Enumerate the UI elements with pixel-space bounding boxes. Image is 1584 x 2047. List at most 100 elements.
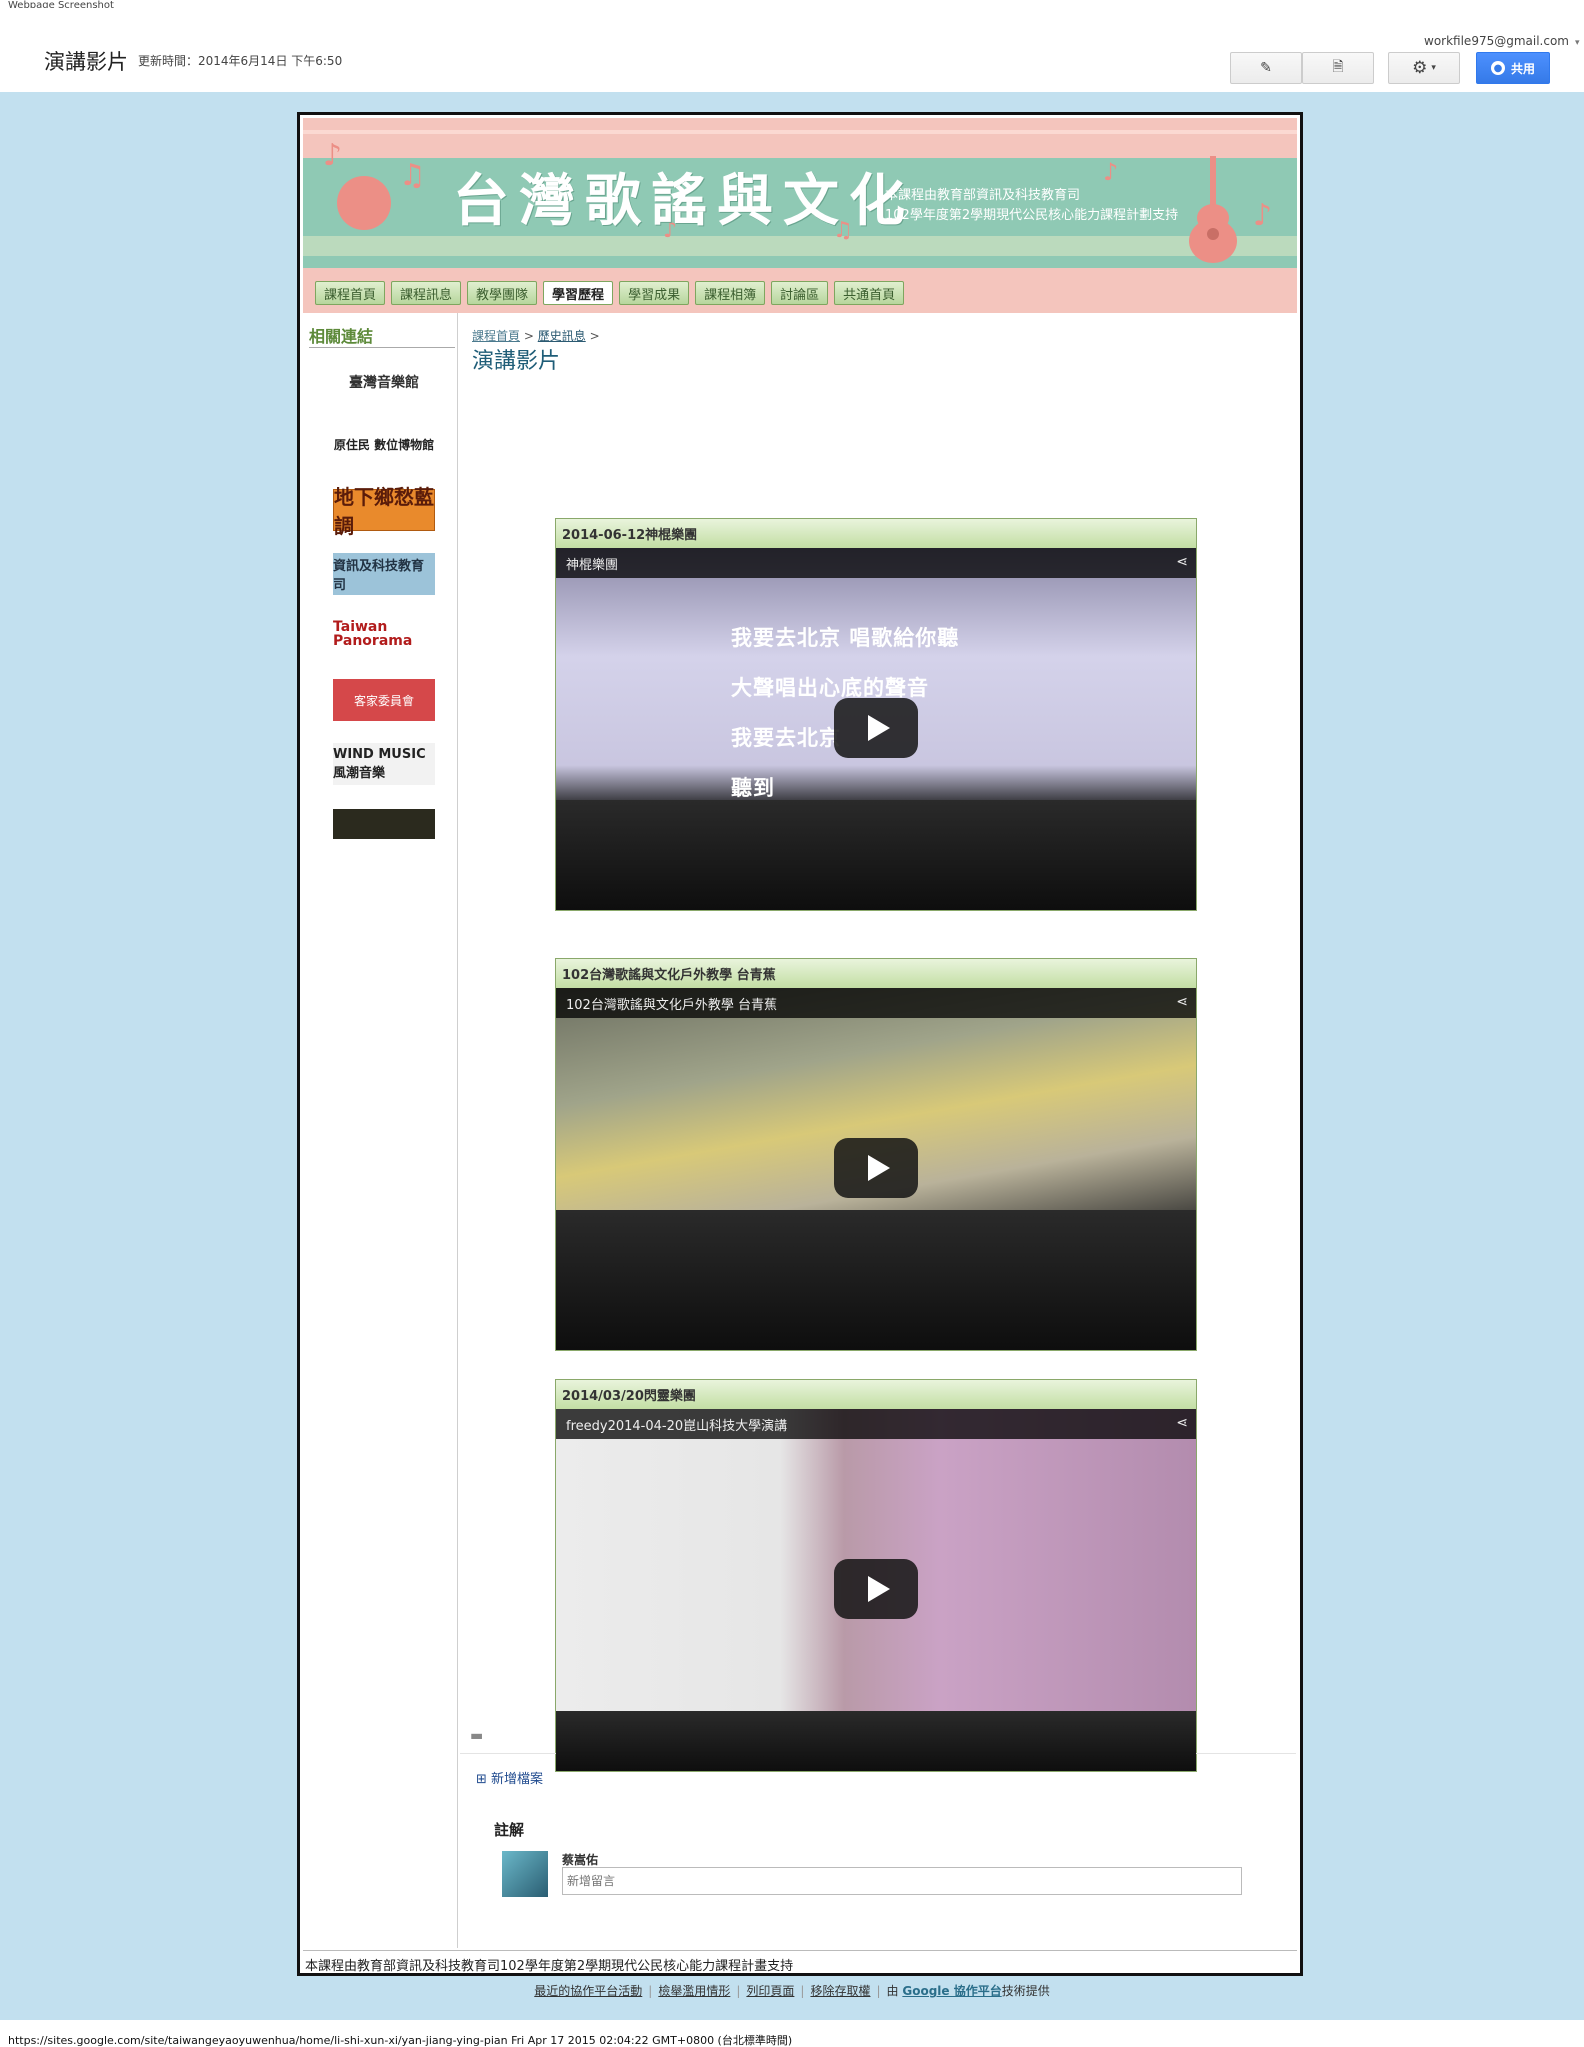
video-gadget-title: 2014/03/20閃靈樂團 [556, 1380, 1196, 1409]
comments-title: 註解 [494, 1821, 525, 1839]
site-frame: ♪ ♫ ♪ ♫ ♪ ♪ 台灣歌謠與文化 本課程由教育部資訊及科技教育司 102學… [297, 112, 1303, 1976]
chevron-down-icon: ▾ [1431, 63, 1436, 73]
separator: | [800, 1984, 805, 1998]
sidebar-link-underground-blues[interactable]: 地下鄉愁藍調 [333, 485, 435, 538]
guitar-icon [1189, 156, 1237, 263]
globe-icon: ● [1490, 61, 1505, 75]
music-note-icon: ♪ [1253, 198, 1273, 233]
main-content: 課程首頁 > 歷史訊息 > 演講影片 2014-06-12神棍樂團 神棍樂團 ⋖… [460, 313, 1296, 1948]
drum-graphic [337, 176, 391, 230]
music-note-icon: ♫ [399, 158, 426, 193]
video-title[interactable]: freedy2014-04-20崑山科技大學演講 [556, 1409, 1196, 1439]
video-player[interactable]: freedy2014-04-20崑山科技大學演講 ⋖ [556, 1409, 1196, 1771]
new-page-icon: 🗎 [1332, 59, 1344, 75]
breadcrumb-separator: > [523, 329, 538, 343]
nav-tab-course-album[interactable]: 課程相簿 [695, 281, 766, 305]
commenter-name: 蔡嵩佑 [562, 1853, 599, 1867]
video-thumbnail-crowd [556, 1711, 1196, 1771]
sidebar-link-taiwan-music-institute[interactable]: 臺灣音樂館 [333, 361, 435, 403]
site-title: 台灣歌謠與文化 [453, 168, 915, 234]
gear-icon: ⚙ [1412, 58, 1428, 78]
settings-button[interactable]: ⚙ ▾ [1388, 52, 1460, 84]
sidebar: 相關連結 臺灣音樂館 原住民 數位博物館 地下鄉愁藍調 資訊及科技教育司 Tai… [303, 313, 458, 1948]
nav-tab-common-home[interactable]: 共通首頁 [834, 281, 905, 305]
sites-toolbar: 演講影片 更新時間：2014年6月14日 下午6:50 workfile975@… [0, 8, 1584, 92]
share-icon[interactable]: ⋖ [1176, 554, 1188, 570]
play-button[interactable] [834, 1559, 918, 1619]
sidebar-link-moe-it[interactable]: 資訊及科技教育司 [333, 553, 435, 595]
separator: | [648, 1984, 653, 1998]
video-thumbnail-crowd [556, 800, 1196, 910]
google-sites-link[interactable]: Google 協作平台 [902, 1984, 1001, 1998]
play-button[interactable] [834, 1138, 918, 1198]
video-player[interactable]: 102台灣歌謠與文化戶外教學 台青蕉 ⋖ [556, 988, 1196, 1350]
breadcrumb-separator: > [589, 329, 600, 343]
sidebar-link-wind-music[interactable]: WIND MUSIC 風潮音樂 [333, 743, 435, 785]
share-icon[interactable]: ⋖ [1176, 994, 1188, 1010]
pencil-icon: ✎ [1260, 60, 1272, 76]
sidebar-link-indigenous-museum[interactable]: 原住民 數位博物館 [333, 423, 435, 465]
chevron-down-icon: ▾ [1575, 38, 1580, 48]
site-subtitle: 102學年度第2學期現代公民核心能力課程計劃支持 [885, 208, 1179, 223]
video-frame-text: 我要去北京 唱歌給你聽 [731, 626, 960, 650]
share-icon[interactable]: ⋖ [1176, 1415, 1188, 1431]
nav-tab-learning-results[interactable]: 學習成果 [619, 281, 690, 305]
report-abuse-link[interactable]: 檢舉濫用情形 [658, 1984, 730, 1998]
site-footer: 本課程由教育部資訊及科技教育司102學年度第2學期現代公民核心能力課程計畫支持 [303, 1950, 1297, 1974]
remove-access-link[interactable]: 移除存取權 [810, 1984, 870, 1998]
breadcrumb: 課程首頁 > 歷史訊息 > [472, 327, 600, 344]
sidebar-link-dark-logo[interactable] [333, 809, 435, 839]
recent-activity-link[interactable]: 最近的協作平台活動 [534, 1984, 642, 1998]
breadcrumb-history[interactable]: 歷史訊息 [538, 329, 586, 343]
sidebar-link-hakka-council[interactable]: 客家委員會 [333, 679, 435, 721]
video-frame-text: 聽到 [731, 776, 775, 800]
page-title: 演講影片 [44, 50, 128, 74]
video-gadget: 2014-06-12神棍樂團 神棍樂團 ⋖ 我要去北京 唱歌給你聽 大聲唱出心底… [555, 518, 1197, 911]
site-subtitle: 本課程由教育部資訊及科技教育司 [885, 188, 1081, 203]
account-email: workfile975@gmail.com [1424, 34, 1569, 48]
video-thumbnail-crowd [556, 1210, 1196, 1350]
site-nav: 課程首頁 課程訊息 教學團隊 學習歷程 學習成果 課程相簿 討論區 共通首頁 [315, 281, 905, 305]
powered-by-suffix: 技術提供 [1001, 1984, 1050, 1998]
video-gadget: 102台灣歌謠與文化戶外教學 台青蕉 102台灣歌謠與文化戶外教學 台青蕉 ⋖ [555, 958, 1197, 1351]
nav-tab-learning-history[interactable]: 學習歷程 [543, 281, 614, 305]
separator: | [736, 1984, 741, 1998]
share-button[interactable]: ● 共用 [1476, 52, 1550, 84]
new-page-button[interactable]: 🗎 [1302, 52, 1374, 84]
banner-band-light [303, 236, 1297, 256]
print-page-link[interactable]: 列印頁面 [746, 1984, 794, 1998]
site-header-banner: ♪ ♫ ♪ ♫ ♪ ♪ 台灣歌謠與文化 本課程由教育部資訊及科技教育司 102學… [303, 118, 1297, 313]
video-player[interactable]: 神棍樂團 ⋖ 我要去北京 唱歌給你聽 大聲唱出心底的聲音 我要去北京 聽到 [556, 548, 1196, 910]
video-gadget-title: 2014-06-12神棍樂團 [556, 519, 1196, 548]
separator: | [876, 1984, 881, 1998]
breadcrumb-course-home[interactable]: 課程首頁 [472, 329, 520, 343]
nav-tab-course-home[interactable]: 課程首頁 [315, 281, 386, 305]
add-file-label: 新增檔案 [491, 1772, 544, 1787]
add-file-icon: ⊞ [476, 1772, 492, 1787]
video-title[interactable]: 102台灣歌謠與文化戶外教學 台青蕉 [556, 988, 1196, 1018]
nav-tab-course-info[interactable]: 課程訊息 [391, 281, 462, 305]
folder-icon: ▬ [470, 1728, 484, 1744]
video-gadget-title: 102台灣歌謠與文化戶外教學 台青蕉 [556, 959, 1196, 988]
share-label: 共用 [1510, 61, 1535, 76]
nav-tab-teaching-team[interactable]: 教學團隊 [467, 281, 538, 305]
video-frame-text: 我要去北京 [731, 726, 841, 750]
banner-stripe [303, 130, 1297, 134]
video-title[interactable]: 神棍樂團 [556, 548, 1196, 578]
video-gadget: 2014/03/20閃靈樂團 freedy2014-04-20崑山科技大學演講 … [555, 1379, 1197, 1772]
account-menu[interactable]: workfile975@gmail.com ▾ [1424, 34, 1580, 48]
powered-by-label: 由 [886, 1984, 899, 1998]
avatar [502, 1851, 548, 1897]
add-file-link[interactable]: ⊞ 新增檔案 [476, 1768, 543, 1787]
nav-tab-discussion[interactable]: 討論區 [771, 281, 829, 305]
music-note-icon: ♪ [1103, 158, 1119, 186]
edit-page-button[interactable]: ✎ [1230, 52, 1302, 84]
music-note-icon: ♪ [323, 138, 343, 173]
sites-footer-links: 最近的協作平台活動 | 檢舉濫用情形 | 列印頁面 | 移除存取權 | 由 Google 協作平… [0, 1982, 1584, 1999]
updated-timestamp: 更新時間：2014年6月14日 下午6:50 [138, 54, 343, 68]
page-url-timestamp: https://sites.google.com/site/taiwangeya… [8, 2034, 793, 2047]
comment-input[interactable] [562, 1867, 1242, 1895]
play-button[interactable] [834, 698, 918, 758]
sidebar-link-taiwan-panorama[interactable]: Taiwan Panorama [333, 613, 435, 655]
page-heading: 演講影片 [472, 349, 561, 374]
